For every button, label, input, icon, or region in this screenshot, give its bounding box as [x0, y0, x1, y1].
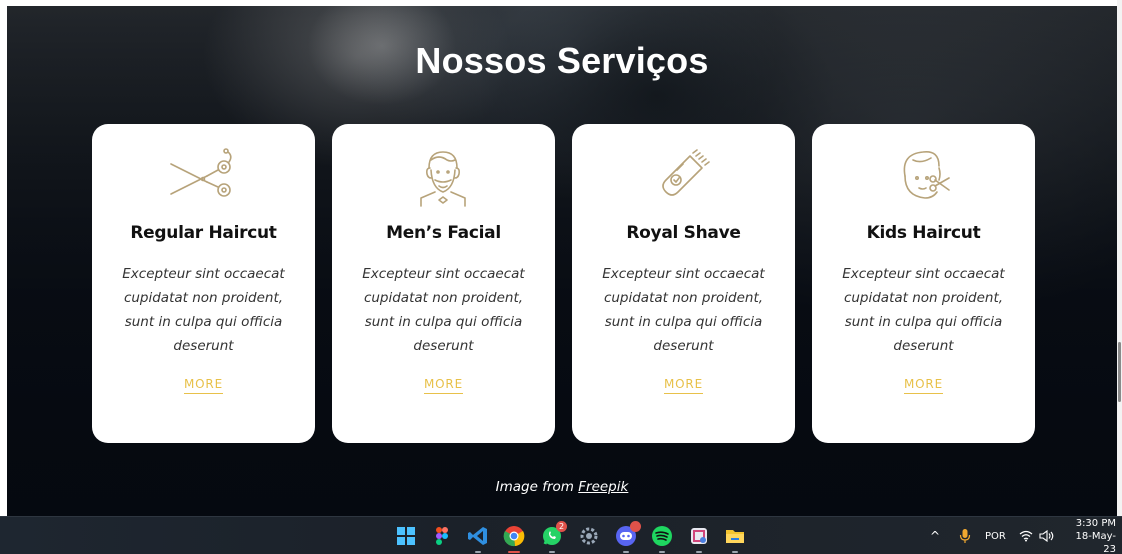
more-link[interactable]: MORE	[184, 377, 223, 394]
services-page: Nossos Serviços Regular Haircut Excepteu…	[7, 6, 1117, 516]
scissors-icon	[163, 146, 243, 210]
whatsapp-icon[interactable]: 2	[540, 521, 567, 553]
image-credit-text: Image from	[495, 479, 574, 495]
app-open-indicator	[549, 551, 555, 553]
notification-dot	[630, 521, 641, 532]
card-title: Royal Shave	[626, 223, 741, 243]
file-explorer-icon[interactable]	[723, 524, 747, 553]
more-link[interactable]: MORE	[664, 377, 703, 394]
app-open-indicator	[475, 551, 481, 553]
app-open-indicator	[659, 551, 665, 553]
scrollbar-thumb[interactable]	[1118, 342, 1121, 402]
bearded-man-icon	[403, 146, 483, 210]
notification-badge: 2	[556, 521, 567, 532]
razor-icon	[643, 146, 723, 210]
service-card-mens-facial: Men’s Facial Excepteur sint occaecat cup…	[332, 124, 555, 443]
service-card-regular-haircut: Regular Haircut Excepteur sint occaecat …	[92, 124, 315, 443]
input-language[interactable]: POR	[985, 517, 1006, 554]
clock-date: 18-May-23	[1075, 530, 1116, 554]
card-title: Regular Haircut	[130, 223, 277, 243]
figma-icon[interactable]	[430, 524, 454, 548]
page-scrollbar[interactable]	[1117, 0, 1122, 516]
more-link[interactable]: MORE	[424, 377, 463, 394]
microphone-icon[interactable]	[959, 517, 971, 554]
discord-icon[interactable]	[614, 521, 641, 553]
card-description: Excepteur sint occaecat cupidatat non pr…	[602, 266, 765, 354]
snipping-tool-icon[interactable]	[687, 524, 711, 553]
volume-icon[interactable]	[1039, 517, 1055, 554]
taskbar: 2 ^ POR 3:30 PM 18-May-23	[0, 516, 1122, 554]
system-clock[interactable]: 3:30 PM 18-May-23	[1064, 517, 1116, 554]
show-hidden-icons[interactable]: ^	[930, 517, 940, 554]
section-title: Nossos Serviços	[415, 40, 709, 81]
app-active-indicator	[508, 551, 520, 553]
card-title: Men’s Facial	[386, 223, 501, 243]
service-card-royal-shave: Royal Shave Excepteur sint occaecat cupi…	[572, 124, 795, 443]
clock-time: 3:30 PM	[1075, 517, 1116, 529]
wifi-icon[interactable]	[1019, 517, 1033, 554]
card-description: Excepteur sint occaecat cupidatat non pr…	[842, 266, 1005, 354]
chevron-up-icon[interactable]: ^	[930, 529, 940, 543]
more-link[interactable]: MORE	[904, 377, 943, 394]
app-open-indicator	[623, 551, 629, 553]
windows-start-icon[interactable]	[394, 524, 418, 548]
settings-gear-icon[interactable]	[577, 524, 601, 548]
chrome-icon[interactable]	[502, 524, 526, 553]
app-open-indicator	[732, 551, 738, 553]
app-open-indicator	[696, 551, 702, 553]
card-title: Kids Haircut	[866, 223, 981, 243]
freepik-link[interactable]: Freepik	[578, 479, 628, 495]
image-credit: Image from Freepik	[7, 479, 1117, 495]
vscode-icon[interactable]	[466, 524, 490, 553]
card-description: Excepteur sint occaecat cupidatat non pr…	[122, 266, 285, 354]
service-card-kids-haircut: Kids Haircut Excepteur sint occaecat cup…	[812, 124, 1035, 443]
spotify-icon[interactable]	[650, 524, 674, 553]
kid-haircut-icon	[883, 146, 963, 210]
card-description: Excepteur sint occaecat cupidatat non pr…	[362, 266, 525, 354]
